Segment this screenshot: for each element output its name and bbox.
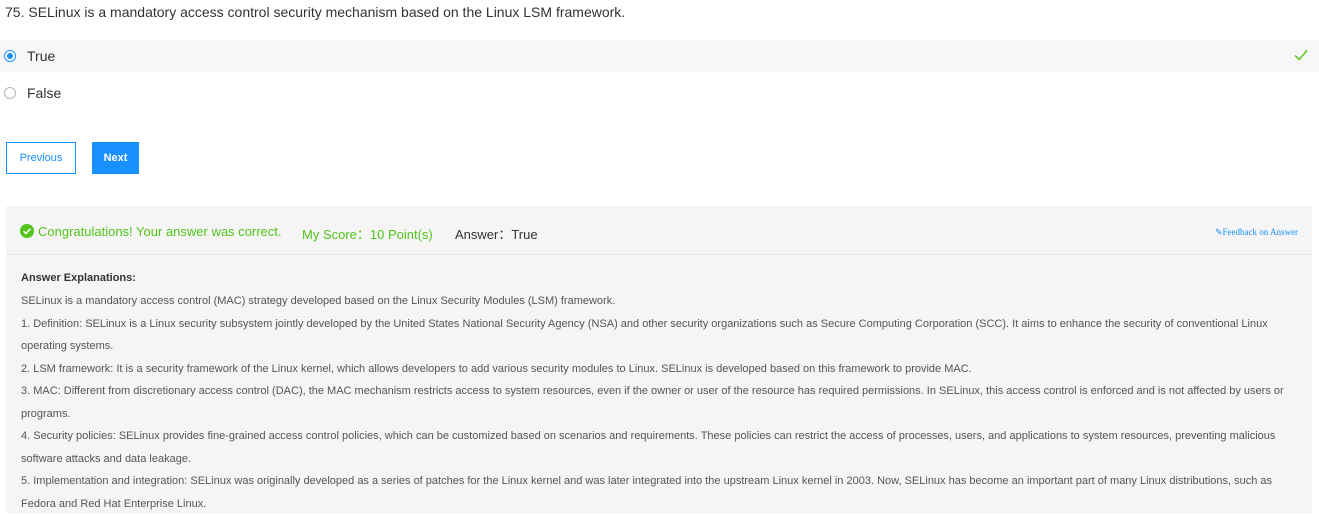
option-true-label: True xyxy=(27,48,56,64)
feedback-label: Feedback on Answer xyxy=(1222,227,1298,237)
explanation-paragraph: SELinux is a mandatory access control (M… xyxy=(21,295,616,307)
radio-true[interactable] xyxy=(4,50,16,62)
score-text: My Score：10 Point(s) xyxy=(302,227,433,242)
answer-text: Answer：True xyxy=(455,227,538,242)
explanation-paragraph: 4. Security policies: SELinux provides f… xyxy=(21,430,1276,465)
next-button[interactable]: Next xyxy=(92,142,139,174)
option-false[interactable]: False xyxy=(0,77,1319,109)
explanation-paragraph: 2. LSM framework: It is a security frame… xyxy=(21,362,972,375)
option-false-label: False xyxy=(27,85,62,101)
explanation-paragraph: 5. Implementation and integration: SELin… xyxy=(21,475,1273,510)
option-true[interactable]: True xyxy=(0,40,1319,72)
explanation-paragraph: 1. Definition: SELinux is a Linux securi… xyxy=(21,317,1268,353)
congrats-message: Congratulations! Your answer was correct… xyxy=(38,224,282,239)
check-icon xyxy=(1294,50,1308,61)
explanation-paragraph: 3. MAC: Different from discretionary acc… xyxy=(21,385,1284,420)
radio-false[interactable] xyxy=(4,87,16,99)
previous-button[interactable]: Previous xyxy=(6,142,76,174)
question-text: 75. SELinux is a mandatory access contro… xyxy=(5,4,626,20)
explanation-body: SELinux is a mandatory access control (M… xyxy=(21,290,1301,515)
feedback-link[interactable]: ✎Feedback on Answer xyxy=(1215,227,1298,238)
explanation-title: Answer Explanations: xyxy=(21,272,136,284)
check-circle-icon xyxy=(20,224,34,238)
result-header: Congratulations! Your answer was correct… xyxy=(6,206,1312,255)
edit-icon: ✎ xyxy=(1214,227,1223,237)
result-panel: Congratulations! Your answer was correct… xyxy=(6,206,1312,513)
